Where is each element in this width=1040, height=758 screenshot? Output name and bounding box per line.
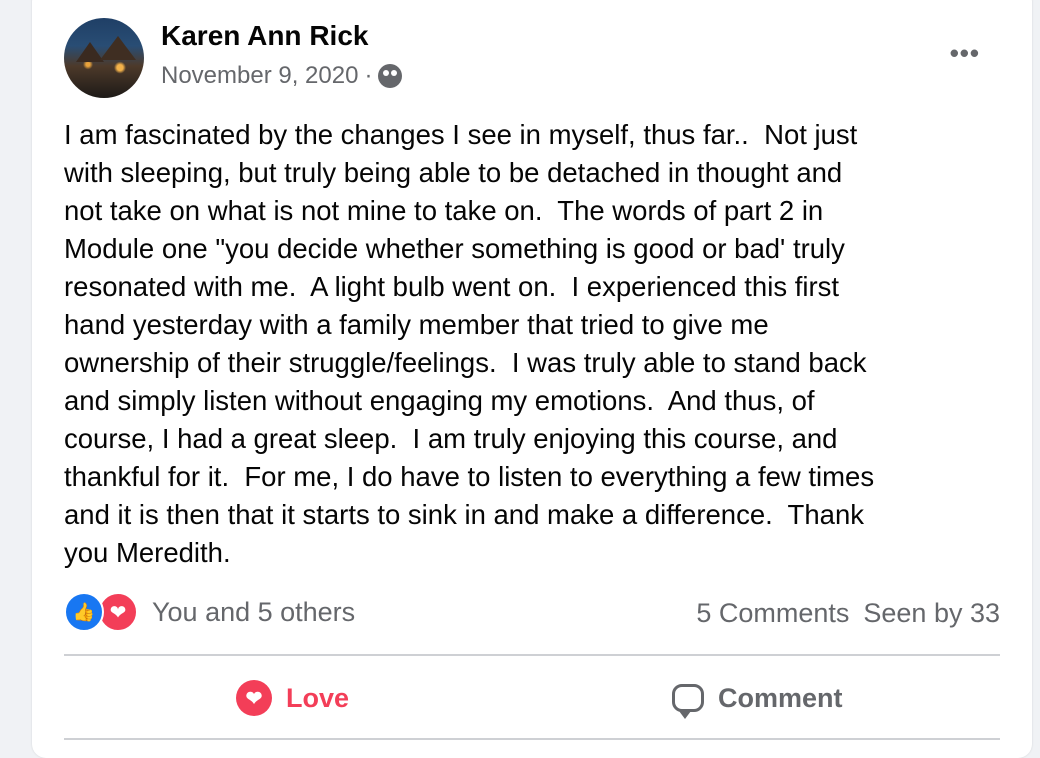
post-meta: November 9, 2020 ·	[161, 62, 403, 90]
comment-icon	[672, 684, 704, 719]
divider	[64, 738, 1000, 740]
reaction-summary-text[interactable]: You and 5 others	[152, 597, 355, 628]
author-name[interactable]: Karen Ann Rick	[161, 20, 368, 52]
avatar-house-roof	[100, 36, 136, 60]
meta-separator: ·	[364, 62, 373, 89]
seen-count[interactable]: Seen by 33	[863, 598, 1000, 629]
group-icon[interactable]	[378, 64, 403, 88]
comments-count[interactable]: 5 Comments	[696, 598, 849, 629]
post-stats: 5 Comments Seen by 33	[696, 598, 1000, 629]
heart-icon: ❤	[236, 680, 272, 716]
comment-button-label: Comment	[718, 682, 843, 713]
post-date[interactable]: November 9, 2020	[161, 62, 358, 90]
love-button[interactable]: ❤ Love	[236, 674, 349, 722]
love-icon: ❤	[98, 592, 138, 632]
author-avatar[interactable]	[64, 18, 144, 98]
comment-button[interactable]: Comment	[672, 674, 843, 722]
post-body: I am fascinated by the changes I see in …	[64, 119, 875, 568]
more-options-icon[interactable]: •••	[950, 38, 980, 69]
divider	[64, 654, 1000, 656]
love-button-label: Love	[286, 682, 350, 713]
reaction-summary[interactable]: 👍 ❤ You and 5 others	[64, 592, 355, 632]
like-icon: 👍	[64, 592, 104, 632]
